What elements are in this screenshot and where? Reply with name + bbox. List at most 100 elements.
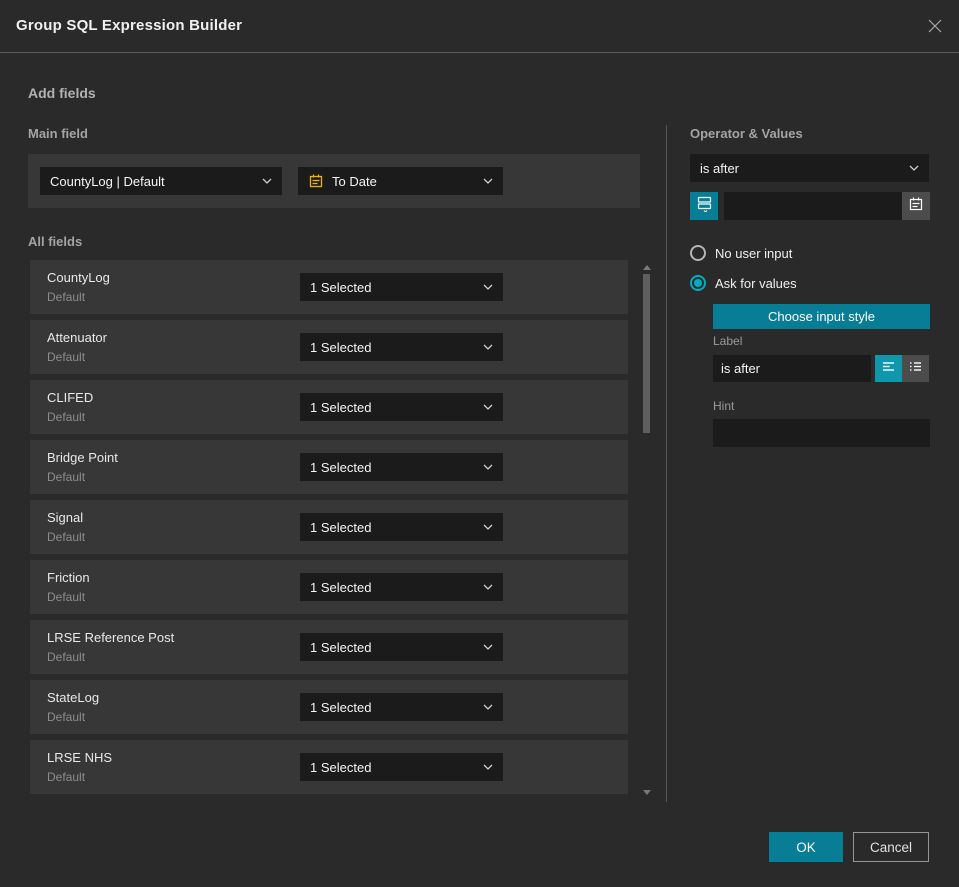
scrollbar-thumb[interactable] [643, 274, 650, 433]
align-left-style-button[interactable] [875, 355, 902, 382]
field-subtitle: Default [47, 470, 86, 484]
field-row: CountyLog Default 1 Selected [30, 260, 628, 314]
field-selection-select[interactable]: 1 Selected [300, 333, 503, 361]
main-field-heading: Main field [28, 126, 88, 141]
choose-input-style-button[interactable]: Choose input style [713, 304, 930, 329]
add-fields-heading: Add fields [28, 85, 96, 101]
radio-checked-icon [690, 275, 706, 291]
field-selection-select[interactable]: 1 Selected [300, 693, 503, 721]
calendar-icon [308, 173, 324, 189]
field-row: Bridge Point Default 1 Selected [30, 440, 628, 494]
chevron-down-icon [483, 524, 493, 530]
field-name: CLIFED [47, 390, 94, 405]
field-selection-value: 1 Selected [310, 399, 372, 415]
chevron-down-icon [483, 284, 493, 290]
hint-caption: Hint [713, 399, 735, 413]
list-icon [908, 359, 923, 379]
field-subtitle: Default [47, 770, 86, 784]
field-selection-select[interactable]: 1 Selected [300, 573, 503, 601]
field-selection-select[interactable]: 1 Selected [300, 753, 503, 781]
no-user-input-label: No user input [715, 245, 793, 261]
field-name: Attenuator [47, 330, 107, 345]
field-selection-select[interactable]: 1 Selected [300, 273, 503, 301]
field-selection-value: 1 Selected [310, 519, 372, 535]
chevron-down-icon [483, 178, 493, 184]
all-fields-list: CountyLog Default 1 Selected Attenuator … [30, 260, 628, 800]
close-icon[interactable] [924, 15, 946, 37]
field-row: CLIFED Default 1 Selected [30, 380, 628, 434]
field-selection-value: 1 Selected [310, 699, 372, 715]
radio-unchecked-icon [690, 245, 706, 261]
field-selection-value: 1 Selected [310, 579, 372, 595]
operator-select-value: is after [700, 160, 740, 176]
operator-values-heading: Operator & Values [690, 126, 803, 141]
stacked-values-icon [696, 195, 713, 217]
field-name: Bridge Point [47, 450, 118, 465]
value-input[interactable] [724, 192, 902, 220]
field-row: StateLog Default 1 Selected [30, 680, 628, 734]
field-subtitle: Default [47, 650, 86, 664]
group-sql-expression-builder-dialog: Group SQL Expression Builder Add fields … [0, 0, 959, 887]
main-field-select[interactable]: CountyLog | Default [40, 167, 282, 195]
chevron-down-icon [262, 178, 272, 184]
no-user-input-radio[interactable]: No user input [690, 245, 792, 261]
date-type-select[interactable]: To Date [298, 167, 503, 195]
field-name: LRSE Reference Post [47, 630, 175, 645]
label-caption: Label [713, 334, 743, 348]
field-selection-select[interactable]: 1 Selected [300, 513, 503, 541]
field-row: Friction Default 1 Selected [30, 560, 628, 614]
chevron-down-icon [483, 464, 493, 470]
field-name: LRSE NHS [47, 750, 113, 765]
date-type-select-value: To Date [332, 173, 377, 189]
field-name: CountyLog [47, 270, 110, 285]
field-subtitle: Default [47, 290, 86, 304]
scroll-down-arrow-icon[interactable] [643, 790, 651, 795]
all-fields-heading: All fields [28, 234, 83, 249]
operator-select[interactable]: is after [690, 154, 929, 182]
chevron-down-icon [909, 165, 919, 171]
chevron-down-icon [483, 344, 493, 350]
field-subtitle: Default [47, 350, 86, 364]
field-selection-select[interactable]: 1 Selected [300, 633, 503, 661]
field-row: Signal Default 1 Selected [30, 500, 628, 554]
field-subtitle: Default [47, 410, 86, 424]
ask-for-values-radio[interactable]: Ask for values [690, 275, 797, 291]
field-selection-value: 1 Selected [310, 279, 372, 295]
main-field-select-value: CountyLog | Default [50, 173, 165, 189]
ask-for-values-label: Ask for values [715, 275, 797, 291]
field-row: Attenuator Default 1 Selected [30, 320, 628, 374]
dialog-titlebar: Group SQL Expression Builder [0, 0, 959, 53]
field-subtitle: Default [47, 710, 86, 724]
field-selection-select[interactable]: 1 Selected [300, 393, 503, 421]
hint-input[interactable] [713, 419, 930, 447]
chevron-down-icon [483, 764, 493, 770]
chevron-down-icon [483, 704, 493, 710]
field-selection-value: 1 Selected [310, 639, 372, 655]
list-style-button[interactable] [902, 355, 929, 382]
panel-divider [666, 125, 667, 802]
chevron-down-icon [483, 584, 493, 590]
field-selection-value: 1 Selected [310, 459, 372, 475]
field-name: Signal [47, 510, 84, 525]
chevron-down-icon [483, 644, 493, 650]
field-name: Friction [47, 570, 90, 585]
calendar-icon [908, 196, 924, 217]
scroll-up-arrow-icon[interactable] [643, 265, 651, 270]
label-input[interactable] [713, 355, 871, 382]
field-subtitle: Default [47, 530, 86, 544]
dialog-title: Group SQL Expression Builder [16, 17, 243, 34]
main-field-box: CountyLog | Default To Date [28, 154, 640, 208]
calendar-picker-button[interactable] [902, 192, 930, 220]
field-selection-value: 1 Selected [310, 339, 372, 355]
cancel-button[interactable]: Cancel [853, 832, 929, 862]
field-subtitle: Default [47, 590, 86, 604]
field-row: LRSE Reference Post Default 1 Selected [30, 620, 628, 674]
field-selection-value: 1 Selected [310, 759, 372, 775]
field-name: StateLog [47, 690, 100, 705]
list-scrollbar [643, 260, 651, 800]
ok-button[interactable]: OK [769, 832, 843, 862]
field-selection-select[interactable]: 1 Selected [300, 453, 503, 481]
chevron-down-icon [483, 404, 493, 410]
field-row: LRSE NHS Default 1 Selected [30, 740, 628, 794]
stacked-values-button[interactable] [690, 192, 718, 220]
